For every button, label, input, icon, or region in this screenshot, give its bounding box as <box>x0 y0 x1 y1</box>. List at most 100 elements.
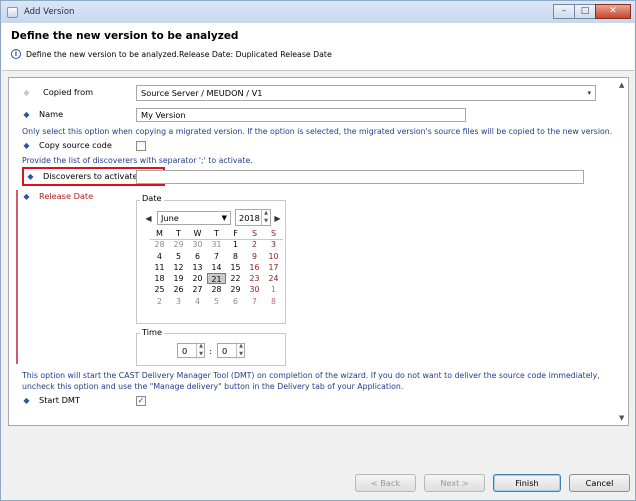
calendar-day[interactable]: 1 <box>226 239 245 250</box>
cancel-button[interactable]: Cancel <box>569 474 630 492</box>
next-button[interactable]: Next > <box>424 474 485 492</box>
calendar-day[interactable]: 23 <box>245 273 264 284</box>
spin-down-icon[interactable]: ▼ <box>262 217 270 225</box>
weekday-header: W <box>193 229 202 238</box>
calendar-day[interactable]: 17 <box>264 262 283 273</box>
copied-from-row: ◆ Copied from <box>22 87 93 97</box>
calendar-day[interactable]: 8 <box>226 251 245 262</box>
calendar-week-row: 11 12 13 14 15 16 17 <box>150 262 286 273</box>
close-button[interactable]: ✕ <box>595 4 631 19</box>
calendar-day[interactable]: 5 <box>169 251 188 262</box>
maximize-icon: □ <box>580 6 590 16</box>
date-group-label: Date <box>140 193 164 203</box>
spin-down-icon[interactable]: ▼ <box>237 350 245 358</box>
button-bar: < Back Next > Finish Cancel <box>2 463 634 500</box>
window-controls: – □ ✕ <box>553 4 631 19</box>
calendar-day[interactable]: 14 <box>207 262 226 273</box>
calendar-day[interactable]: 1 <box>264 284 283 295</box>
copied-from-label: Copied from <box>43 87 94 97</box>
calendar-day[interactable]: 10 <box>264 251 283 262</box>
minute-value: 0 <box>222 345 228 356</box>
calendar-day[interactable]: 20 <box>188 273 207 284</box>
spin-up-icon[interactable]: ▲ <box>262 209 270 217</box>
calendar-weekday-row: MTWTFSS <box>150 228 286 239</box>
minute-spin-buttons[interactable]: ▲ ▼ <box>236 342 245 359</box>
copy-source-row: ◆ Copy source code <box>22 140 112 150</box>
calendar-day[interactable]: 26 <box>169 284 188 295</box>
calendar-day[interactable]: 19 <box>169 273 188 284</box>
calendar-day-selected[interactable]: 21 <box>207 273 226 285</box>
calendar-day[interactable]: 7 <box>245 296 264 307</box>
calendar-day[interactable]: 13 <box>188 262 207 273</box>
calendar-day[interactable]: 4 <box>188 296 207 307</box>
app-icon <box>7 6 18 18</box>
calendar-day[interactable]: 25 <box>150 284 169 295</box>
calendar-day[interactable]: 2 <box>150 296 169 307</box>
calendar-day[interactable]: 22 <box>226 273 245 284</box>
next-month-button[interactable]: ▶ <box>272 211 283 225</box>
calendar-day[interactable]: 3 <box>264 239 283 250</box>
calendar-day[interactable]: 15 <box>226 262 245 273</box>
weekday-header: T <box>214 229 219 238</box>
spin-down-icon[interactable]: ▼ <box>197 350 205 358</box>
disabled-bullet-icon: ◆ <box>23 87 30 97</box>
month-select[interactable]: June ▼ <box>157 211 231 225</box>
name-input[interactable]: My Version <box>136 108 466 122</box>
prev-month-button[interactable]: ◀ <box>143 211 154 225</box>
bullet-icon: ◆ <box>27 171 34 181</box>
calendar-week-row: 2345678 <box>150 296 286 307</box>
calendar-day[interactable]: 28 <box>207 284 226 295</box>
calendar-grid: M T W T F S S 28 29 30 31 1 2 3 4 5 6 7 8 9 10 11 12 13 14 15 16 17… <box>150 228 286 307</box>
scroll-down-icon[interactable]: ▼ <box>619 414 624 422</box>
calendar-day[interactable]: 30 <box>188 239 207 250</box>
spin-up-icon[interactable]: ▲ <box>197 342 205 350</box>
dmt-note-line-2: uncheck this option and use the "Manage … <box>22 382 404 391</box>
finish-button[interactable]: Finish <box>493 474 561 492</box>
calendar-day[interactable]: 6 <box>188 251 207 262</box>
scroll-up-icon[interactable]: ▲ <box>619 81 624 89</box>
vertical-scrollbar[interactable]: ▲ ▼ <box>617 78 628 425</box>
info-icon: i <box>11 49 21 59</box>
minimize-button[interactable]: – <box>553 4 575 19</box>
release-date-label: Release Date <box>39 191 94 201</box>
calendar-day[interactable]: 8 <box>264 296 283 307</box>
discoverers-row: ◆ Discoverers to activate <box>26 171 137 181</box>
copy-source-checkbox[interactable] <box>136 141 146 151</box>
copied-from-select[interactable]: Source Server / MEUDON / V1 ▾ <box>136 85 596 101</box>
required-marker <box>16 190 18 364</box>
spin-up-icon[interactable]: ▲ <box>237 342 245 350</box>
calendar-day[interactable]: 12 <box>169 262 188 273</box>
calendar-day[interactable]: 18 <box>150 273 169 284</box>
window-title: Add Version <box>24 7 75 17</box>
calendar-day[interactable]: 11 <box>150 262 169 273</box>
bullet-icon: ◆ <box>23 140 30 150</box>
weekday-header: S <box>251 229 258 238</box>
calendar-day[interactable]: 3 <box>169 296 188 307</box>
back-button[interactable]: < Back <box>355 474 416 492</box>
year-spin-buttons[interactable]: ▲ ▼ <box>261 209 270 226</box>
calendar-week-row: 25 26 27 28 29 30 1 <box>150 284 286 295</box>
discoverers-input[interactable] <box>136 170 584 184</box>
start-dmt-checkbox[interactable]: ✓ <box>136 396 146 406</box>
calendar-day[interactable]: 29 <box>169 239 188 250</box>
close-icon: ✕ <box>609 6 617 16</box>
calendar-day[interactable]: 9 <box>245 251 264 262</box>
calendar-day[interactable]: 2 <box>245 239 264 250</box>
maximize-button[interactable]: □ <box>574 4 596 19</box>
calendar-day[interactable]: 4 <box>150 251 169 262</box>
calendar-day[interactable]: 24 <box>264 273 283 284</box>
calendar-day[interactable]: 16 <box>245 262 264 273</box>
calendar-day[interactable]: 5 <box>207 296 226 307</box>
weekday-header: S <box>270 229 277 238</box>
calendar-day[interactable]: 27 <box>188 284 207 295</box>
calendar-day[interactable]: 7 <box>207 251 226 262</box>
chevron-left-icon: ◀ <box>145 213 152 223</box>
calendar-day[interactable]: 28 <box>150 239 169 250</box>
calendar-day[interactable]: 30 <box>245 284 264 295</box>
calendar-day[interactable]: 31 <box>207 239 226 250</box>
chevron-down-icon: ▾ <box>587 89 591 97</box>
hour-spin-buttons[interactable]: ▲ ▼ <box>196 342 205 359</box>
calendar-day[interactable]: 29 <box>226 284 245 295</box>
start-dmt-row: ◆ Start DMT <box>22 395 80 405</box>
calendar-day[interactable]: 6 <box>226 296 245 307</box>
